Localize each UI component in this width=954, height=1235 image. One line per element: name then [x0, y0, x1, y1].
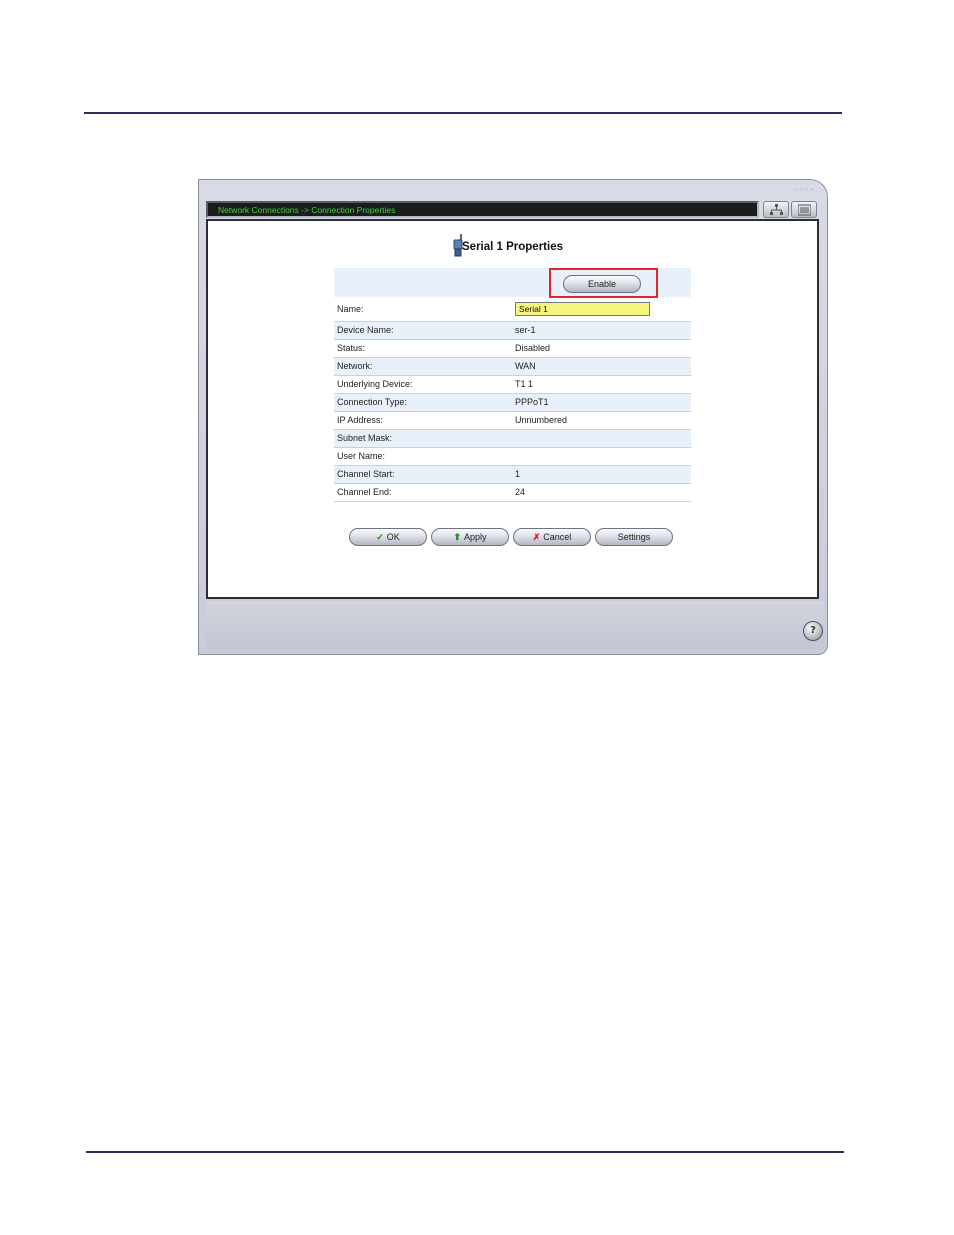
- table-row: Device Name: ser-1: [334, 321, 691, 339]
- prop-value: Unnumbered: [515, 415, 568, 425]
- properties-table: Name: Device Name: ser-1 Status: Disable…: [334, 268, 691, 502]
- enable-highlight-box: Enable: [549, 268, 658, 298]
- prop-value: Disabled: [515, 343, 551, 353]
- prop-label: IP Address:: [337, 415, 383, 425]
- footer-bar: [206, 601, 824, 649]
- cancel-label: Cancel: [543, 532, 572, 542]
- prop-value: ser-1: [512, 321, 691, 339]
- window-grip[interactable]: ◦◦◦◦: [794, 186, 815, 194]
- arrow-up-icon: ⬆: [453, 532, 462, 542]
- prop-value: WAN: [512, 357, 691, 375]
- app-window: ◦◦◦◦ Network Connections -> Connection P…: [198, 179, 828, 655]
- prop-label: Underlying Device:: [337, 379, 413, 389]
- prop-value: T1 1: [515, 379, 534, 389]
- table-row: Name:: [334, 297, 691, 321]
- table-row: Subnet Mask:: [334, 429, 691, 447]
- prop-value: [512, 447, 691, 465]
- network-map-button[interactable]: [763, 201, 789, 218]
- prop-label: Connection Type:: [334, 393, 512, 411]
- table-row: User Name:: [334, 447, 691, 465]
- header-rule: [84, 112, 842, 114]
- prop-label: User Name:: [337, 451, 386, 461]
- prop-label: Subnet Mask:: [334, 429, 512, 447]
- prop-label: Channel Start:: [334, 465, 512, 483]
- settings-button[interactable]: Settings: [595, 528, 673, 546]
- prop-value: PPPoT1: [512, 393, 691, 411]
- settings-label: Settings: [617, 532, 651, 542]
- apply-button[interactable]: ⬆ Apply: [431, 528, 509, 546]
- table-row: Underlying Device: T1 1: [334, 375, 691, 393]
- check-icon: ✓: [376, 532, 384, 542]
- prop-value: 24: [515, 487, 526, 497]
- table-row: Channel End: 24: [334, 483, 691, 501]
- list-view-button[interactable]: [791, 201, 817, 218]
- prop-label: Status:: [337, 343, 366, 353]
- x-mark-icon: ✗: [532, 532, 541, 542]
- table-row: Connection Type: PPPoT1: [334, 393, 691, 411]
- prop-value: 1: [512, 465, 691, 483]
- content-panel: Serial 1 Properties Name: Device Name: s…: [206, 219, 819, 599]
- apply-label: Apply: [464, 532, 487, 542]
- prop-label: Name:: [337, 303, 364, 314]
- page-title: Serial 1 Properties: [462, 241, 563, 253]
- table-row: Network: WAN: [334, 357, 691, 375]
- prop-label: Device Name:: [334, 321, 512, 339]
- footer-rule: [86, 1151, 844, 1153]
- breadcrumb-text[interactable]: Network Connections -> Connection Proper…: [218, 205, 395, 215]
- enable-button-label: Enable: [587, 279, 617, 289]
- table-row: Channel Start: 1: [334, 465, 691, 483]
- prop-label: Network:: [334, 357, 512, 375]
- help-icon[interactable]: ?: [803, 621, 823, 641]
- cancel-button[interactable]: ✗ Cancel: [513, 528, 591, 546]
- list-view-icon: [798, 204, 811, 216]
- page-title-row: Serial 1 Properties: [208, 235, 817, 254]
- enable-button[interactable]: Enable: [563, 275, 641, 293]
- network-map-icon: [770, 204, 783, 215]
- action-buttons: ✓ OK ⬆ Apply ✗ Cancel Settings: [349, 528, 679, 548]
- prop-label: Channel End:: [337, 487, 392, 497]
- name-field[interactable]: [515, 301, 650, 316]
- table-row: Status: Disabled: [334, 339, 691, 357]
- ok-label: OK: [386, 532, 400, 542]
- table-row: IP Address: Unnumbered: [334, 411, 691, 429]
- prop-value: [512, 429, 691, 447]
- ok-button[interactable]: ✓ OK: [349, 528, 427, 546]
- breadcrumb: Network Connections -> Connection Proper…: [206, 201, 759, 218]
